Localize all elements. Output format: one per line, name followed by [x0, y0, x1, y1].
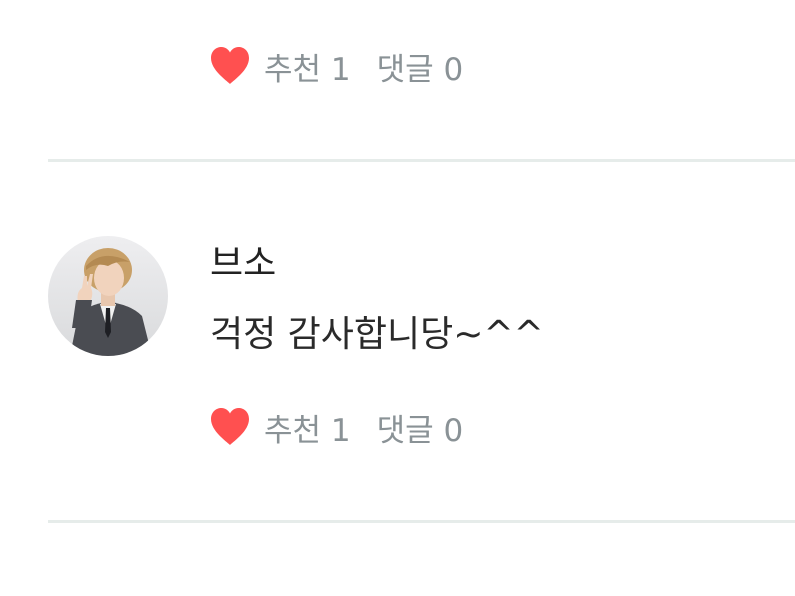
- comment-actions: 추천 1 댓글 0: [208, 41, 463, 91]
- comment-author[interactable]: 브소: [210, 240, 276, 288]
- reply-count[interactable]: 댓글 0: [377, 405, 464, 450]
- heart-icon[interactable]: [208, 405, 252, 449]
- reply-count[interactable]: 댓글 0: [377, 44, 464, 89]
- like-count[interactable]: 추천 1: [264, 44, 351, 89]
- divider: [48, 520, 795, 523]
- comment-text: 걱정 감사합니당~^^: [210, 314, 544, 355]
- avatar[interactable]: [48, 236, 168, 356]
- heart-icon[interactable]: [208, 44, 252, 88]
- comment-list: 추천 1 댓글 0 브소 걱정 감사합니당~^^ 추천 1 댓글 0: [0, 0, 795, 596]
- divider: [48, 159, 795, 162]
- comment-actions: 추천 1 댓글 0: [208, 402, 463, 452]
- like-count[interactable]: 추천 1: [264, 405, 351, 450]
